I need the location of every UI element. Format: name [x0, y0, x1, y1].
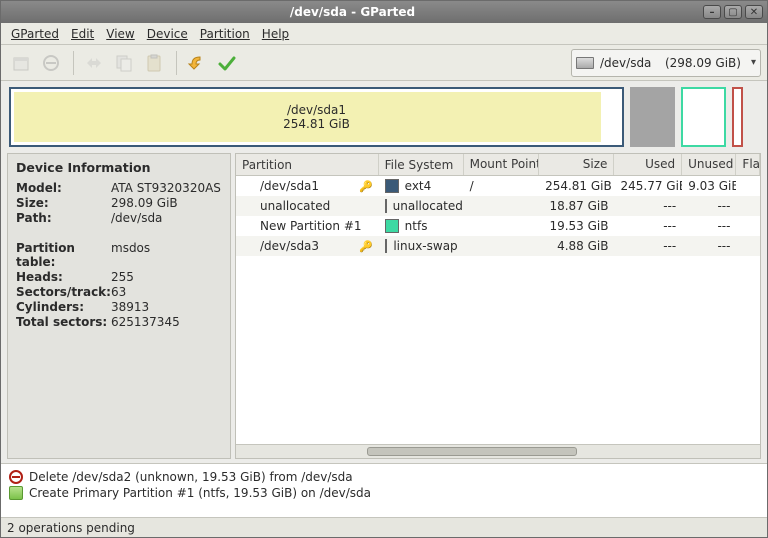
- partition-table-header: Partition File System Mount Point Size U…: [236, 154, 760, 176]
- col-mountpoint[interactable]: Mount Point: [464, 154, 539, 175]
- table-row[interactable]: New Partition #1ntfs19.53 GiB------: [236, 216, 760, 236]
- fs-swatch: [385, 179, 399, 193]
- graph-seg-sda1-label: /dev/sda1 254.81 GiB: [283, 103, 350, 131]
- table-row[interactable]: /dev/sda1🔑ext4/254.81 GiB245.77 GiB9.03 …: [236, 176, 760, 196]
- paste-button[interactable]: [140, 49, 168, 77]
- partition-graph: /dev/sda1 254.81 GiB: [1, 81, 767, 153]
- statusbar-text: 2 operations pending: [7, 521, 135, 535]
- fs-swatch: [385, 239, 388, 253]
- menu-partition[interactable]: Partition: [194, 25, 256, 43]
- device-size: (298.09 GiB): [665, 56, 745, 70]
- device-info-panel: Device Information Model:ATA ST9320320AS…: [7, 153, 231, 459]
- col-used[interactable]: Used: [614, 154, 682, 175]
- pending-operations: Delete /dev/sda2 (unknown, 19.53 GiB) fr…: [1, 463, 767, 517]
- horizontal-scrollbar[interactable]: [236, 444, 760, 458]
- menu-device[interactable]: Device: [141, 25, 194, 43]
- table-row[interactable]: /dev/sda3🔑linux-swap4.88 GiB------: [236, 236, 760, 256]
- fs-swatch: [385, 199, 387, 213]
- table-row[interactable]: unallocatedunallocated18.87 GiB------: [236, 196, 760, 216]
- partition-table-body: /dev/sda1🔑ext4/254.81 GiB245.77 GiB9.03 …: [236, 176, 760, 444]
- key-icon: 🔑: [359, 240, 373, 253]
- maximize-button[interactable]: ▢: [724, 5, 742, 19]
- device-name: /dev/sda: [600, 56, 659, 70]
- col-flags[interactable]: Fla: [736, 154, 760, 175]
- menubar: GParted Edit View Device Partition Help: [1, 23, 767, 45]
- device-selector[interactable]: /dev/sda (298.09 GiB) ▾: [571, 49, 761, 77]
- undo-button[interactable]: [183, 49, 211, 77]
- apply-button[interactable]: [213, 49, 241, 77]
- key-icon: 🔑: [359, 180, 373, 193]
- graph-seg-sda1[interactable]: /dev/sda1 254.81 GiB: [9, 87, 624, 147]
- menu-gparted[interactable]: GParted: [5, 25, 65, 43]
- disk-icon: [576, 57, 594, 69]
- partition-table: Partition File System Mount Point Size U…: [235, 153, 761, 459]
- toolbar: /dev/sda (298.09 GiB) ▾: [1, 45, 767, 81]
- new-icon: [9, 486, 23, 500]
- close-button[interactable]: ✕: [745, 5, 763, 19]
- graph-seg-sda3[interactable]: [732, 87, 743, 147]
- delete-partition-button[interactable]: [37, 49, 65, 77]
- copy-button[interactable]: [110, 49, 138, 77]
- fs-swatch: [385, 219, 399, 233]
- graph-seg-new-partition[interactable]: [681, 87, 726, 147]
- titlebar: /dev/sda - GParted – ▢ ✕: [1, 1, 767, 23]
- col-filesystem[interactable]: File System: [379, 154, 464, 175]
- pending-operation[interactable]: Create Primary Partition #1 (ntfs, 19.53…: [9, 486, 759, 500]
- toolbar-separator: [73, 51, 74, 75]
- chevron-down-icon: ▾: [751, 57, 756, 68]
- resize-button[interactable]: [80, 49, 108, 77]
- pending-operation[interactable]: Delete /dev/sda2 (unknown, 19.53 GiB) fr…: [9, 470, 759, 484]
- window-title: /dev/sda - GParted: [5, 5, 700, 19]
- col-size[interactable]: Size: [539, 154, 614, 175]
- graph-seg-unallocated[interactable]: [630, 87, 675, 147]
- menu-edit[interactable]: Edit: [65, 25, 100, 43]
- app-window: /dev/sda - GParted – ▢ ✕ GParted Edit Vi…: [0, 0, 768, 538]
- delete-icon: [9, 470, 23, 484]
- new-partition-button[interactable]: [7, 49, 35, 77]
- menu-help[interactable]: Help: [256, 25, 295, 43]
- col-partition[interactable]: Partition: [236, 154, 379, 175]
- menu-view[interactable]: View: [100, 25, 140, 43]
- col-unused[interactable]: Unused: [682, 154, 736, 175]
- statusbar: 2 operations pending: [1, 517, 767, 537]
- device-info-heading: Device Information: [16, 160, 222, 175]
- content-row: Device Information Model:ATA ST9320320AS…: [1, 153, 767, 463]
- minimize-button[interactable]: –: [703, 5, 721, 19]
- toolbar-separator: [176, 51, 177, 75]
